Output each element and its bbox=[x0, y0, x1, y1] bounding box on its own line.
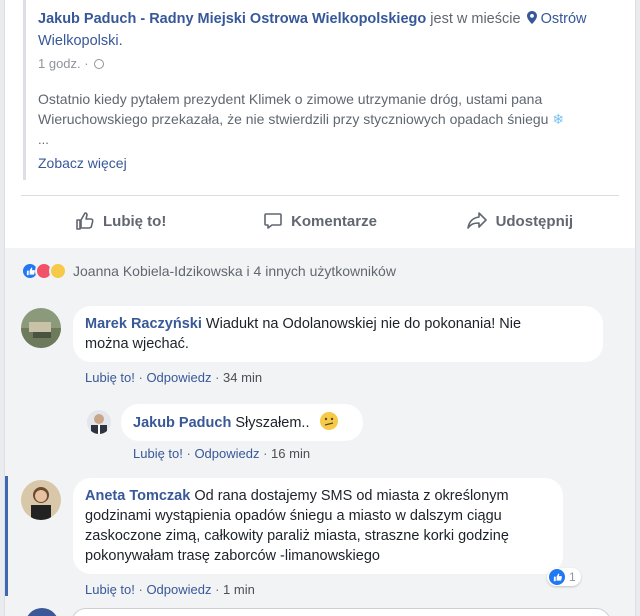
post-text-line-1: Ostatnio kiedy pytałem prezydent Klimek … bbox=[38, 91, 543, 107]
post-author-link[interactable]: Jakub Paduch - Radny Miejski Ostrowa Wie… bbox=[38, 11, 426, 27]
comment-reply-link[interactable]: Odpowiedz bbox=[146, 370, 211, 385]
comment-actions: Lubię to! · Odpowiedz · 34 min bbox=[85, 370, 263, 385]
post-card: Jakub Paduch - Radny Miejski Ostrowa Wie… bbox=[4, 0, 636, 616]
reactions-summary[interactable]: Joanna Kobiela-Idzikowska i 4 innych uży… bbox=[21, 258, 396, 284]
post-actions: Lubię to! Komentarze Udostępnij bbox=[21, 196, 619, 246]
comment-time[interactable]: 16 min bbox=[271, 446, 310, 461]
comment-text-line-4: pokonywałam trasę zaborców -limanowskieg… bbox=[85, 548, 380, 564]
text-ellipsis: ... bbox=[38, 132, 49, 147]
comment-text-line-2: można wjechać. bbox=[85, 336, 189, 352]
place-link-cont[interactable]: Wielkopolski. bbox=[38, 33, 123, 49]
meta-separator: · bbox=[84, 56, 89, 71]
comment-text-line-1: Od rana dostajemy SMS od miasta z określ… bbox=[194, 488, 509, 504]
comment-button[interactable]: Komentarze bbox=[220, 196, 419, 246]
avatar[interactable] bbox=[21, 480, 61, 520]
comment-bubble: Aneta Tomczak Od rana dostajemy SMS od m… bbox=[73, 478, 563, 574]
post-meta: 1 godz. · bbox=[38, 56, 627, 71]
comment-text-line-3: zaskoczone zimą, całkowity paraliż miast… bbox=[85, 528, 509, 544]
comment-bubble: Marek Raczyński Wiadukt na Odolanowskiej… bbox=[73, 306, 603, 362]
thumbs-up-icon bbox=[76, 212, 94, 230]
reaction-names[interactable]: Joanna Kobiela-Idzikowska i 4 innych uży… bbox=[73, 263, 396, 279]
confused-emoji-icon bbox=[319, 412, 338, 430]
comment-like-count[interactable]: 1 bbox=[547, 568, 581, 586]
comments-section: Joanna Kobiela-Idzikowska i 4 innych uży… bbox=[5, 248, 635, 616]
haha-reaction-icon bbox=[49, 262, 67, 280]
comment-actions: Lubię to! · Odpowiedz · 16 min bbox=[133, 446, 311, 461]
location-pin-icon bbox=[526, 11, 537, 24]
avatar[interactable] bbox=[25, 608, 59, 616]
like-label: Lubię to! bbox=[103, 212, 167, 230]
share-arrow-icon bbox=[466, 212, 487, 229]
share-label: Udostępnij bbox=[495, 212, 574, 230]
in-city-label: jest w mieście bbox=[430, 11, 521, 27]
post-text: Ostatnio kiedy pytałem prezydent Klimek … bbox=[38, 89, 608, 149]
comment-text-line-1: Wiadukt na Odolanowskiej nie do pokonani… bbox=[205, 316, 522, 332]
comment-like-link[interactable]: Lubię to! bbox=[85, 582, 135, 597]
post-text-line-2: Wieruchowskiego przekazała, że nie stwie… bbox=[38, 111, 549, 127]
comment-time[interactable]: 34 min bbox=[223, 370, 262, 385]
comment-text-line-1: Słyszałem.. bbox=[235, 415, 310, 431]
comment-like-link[interactable]: Lubię to! bbox=[133, 446, 183, 461]
comment-like-link[interactable]: Lubię to! bbox=[85, 370, 135, 385]
comment-time[interactable]: 1 min bbox=[223, 582, 255, 597]
comment-label: Komentarze bbox=[291, 212, 377, 230]
snowflake-icon: ❄ bbox=[552, 111, 565, 127]
like-count: 1 bbox=[569, 570, 576, 584]
see-more-link[interactable]: Zobacz więcej bbox=[38, 155, 627, 171]
comment-icon bbox=[264, 213, 282, 229]
like-button[interactable]: Lubię to! bbox=[21, 196, 220, 246]
globe-icon bbox=[94, 59, 105, 69]
comment-author[interactable]: Aneta Tomczak bbox=[85, 488, 190, 504]
place-link[interactable]: Ostrów bbox=[541, 11, 587, 27]
new-comment-indicator bbox=[5, 476, 8, 596]
comment-reply-link[interactable]: Odpowiedz bbox=[194, 446, 259, 461]
post-time[interactable]: 1 godz. bbox=[38, 56, 81, 71]
share-button[interactable]: Udostępnij bbox=[420, 196, 619, 246]
like-reaction-icon bbox=[549, 569, 565, 585]
shared-post: Jakub Paduch - Radny Miejski Ostrowa Wie… bbox=[23, 0, 627, 180]
comment-input[interactable] bbox=[71, 608, 611, 616]
comment-text-line-2: godzinami wystąpienia opadów śniegu a mi… bbox=[85, 508, 502, 524]
reply-bubble: Jakub Paduch Słyszałem.. bbox=[121, 404, 363, 441]
comment-author[interactable]: Marek Raczyński bbox=[85, 316, 202, 332]
comment-author[interactable]: Jakub Paduch bbox=[133, 415, 231, 431]
avatar[interactable] bbox=[87, 410, 111, 434]
avatar[interactable] bbox=[21, 308, 61, 348]
comment-actions: Lubię to! · Odpowiedz · 1 min bbox=[85, 582, 255, 597]
comment-reply-link[interactable]: Odpowiedz bbox=[146, 582, 211, 597]
